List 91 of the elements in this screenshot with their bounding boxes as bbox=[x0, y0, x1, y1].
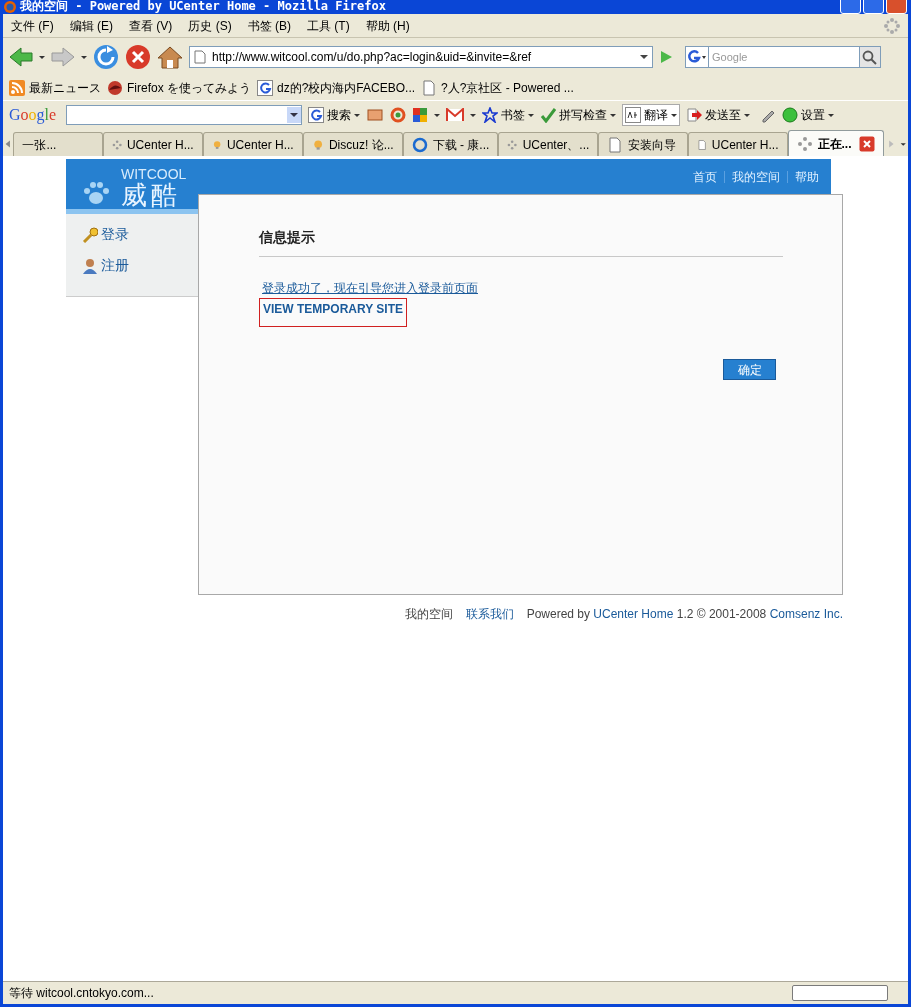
dropdown-caret-icon bbox=[354, 113, 361, 117]
google-g-icon bbox=[308, 107, 325, 123]
maximize-button[interactable] bbox=[863, 0, 884, 14]
google-g-icon bbox=[257, 80, 273, 96]
close-icon[interactable] bbox=[858, 135, 875, 152]
browser-tab[interactable]: Discuz! 论... bbox=[302, 132, 403, 156]
address-bar[interactable]: http://www.witcool.com/u/do.php?ac=login&uid=&invite=&ref bbox=[189, 46, 653, 68]
footer-text: 我的空间 bbox=[404, 606, 453, 623]
browser-tab[interactable]: 安装向导 bbox=[598, 132, 688, 156]
dropdown-caret-icon bbox=[828, 113, 835, 117]
firefox-icon bbox=[4, 1, 16, 13]
rss-icon bbox=[9, 80, 25, 96]
footer-link[interactable]: Comsenz Inc. bbox=[769, 607, 843, 621]
message-title: 信息提示 bbox=[259, 227, 783, 257]
menu-item[interactable]: 工具 (T) bbox=[307, 16, 350, 35]
toolbar-button[interactable]: 书签 bbox=[482, 106, 535, 124]
dropdown-caret-icon bbox=[528, 113, 535, 117]
dropdown-caret-icon[interactable] bbox=[470, 113, 477, 117]
dropdown-caret-icon[interactable] bbox=[640, 55, 648, 59]
bookmark-link[interactable]: 最新ニュース bbox=[9, 79, 101, 97]
dropdown-caret-icon[interactable] bbox=[434, 113, 441, 117]
google-g-icon[interactable] bbox=[685, 46, 709, 68]
home-icon[interactable] bbox=[157, 45, 183, 69]
browser-tab[interactable]: UCenter H... bbox=[687, 132, 788, 156]
throbber-icon bbox=[884, 17, 900, 34]
brand-logo: 威酷 bbox=[121, 181, 182, 209]
nav-link[interactable]: 帮助 bbox=[795, 168, 819, 186]
confirm-button[interactable]: 确定 bbox=[723, 359, 776, 380]
menu-item[interactable]: 编辑 (E) bbox=[69, 16, 113, 35]
mail-icon[interactable] bbox=[446, 108, 465, 122]
dropdown-caret-icon bbox=[610, 113, 617, 117]
checkmark-icon bbox=[540, 107, 557, 123]
reload-icon[interactable] bbox=[93, 44, 119, 70]
nav-link[interactable]: 我的空间 bbox=[732, 168, 780, 186]
temporary-site-link[interactable]: VIEW TEMPORARY SITE bbox=[259, 298, 407, 327]
star-icon bbox=[482, 107, 499, 123]
user-icon bbox=[82, 257, 98, 274]
reload-icon bbox=[411, 136, 428, 153]
menu-item[interactable]: 文件 (F) bbox=[11, 16, 54, 35]
search-field[interactable]: Google bbox=[709, 46, 859, 68]
status-dot-icon bbox=[782, 107, 799, 123]
bookmark-link[interactable]: Firefox を使ってみよう bbox=[107, 79, 251, 97]
menu-item[interactable]: 帮助 (H) bbox=[365, 16, 410, 35]
translate-icon bbox=[625, 107, 642, 123]
toolbar-search-field[interactable] bbox=[66, 105, 303, 125]
footer-link[interactable]: 联系我们 bbox=[465, 605, 514, 623]
dropdown-caret-icon[interactable] bbox=[39, 55, 45, 59]
status-text: 等待 witcool.cntokyo.com... bbox=[9, 985, 154, 1002]
dropdown-caret-icon bbox=[744, 113, 751, 117]
toolbar-button[interactable]: 翻译 bbox=[622, 104, 681, 126]
footer-link[interactable]: UCenter Home bbox=[593, 607, 674, 621]
toolbar-button[interactable]: 发送至 bbox=[686, 106, 751, 124]
browser-tab[interactable]: UCenter H... bbox=[102, 132, 203, 156]
browser-tab[interactable]: 一张... bbox=[13, 132, 103, 156]
copyright-text: Powered by UCenter Home 1.2 © 2001-2008 Comsenz Inc. bbox=[526, 606, 843, 623]
dropdown-caret-icon[interactable] bbox=[287, 107, 302, 123]
key-icon bbox=[82, 226, 98, 243]
gear-icon bbox=[796, 135, 813, 152]
page-icon bbox=[421, 80, 438, 96]
page-icon bbox=[607, 136, 624, 153]
message-text: 登录成功了，现在引导您进入登录前页面 bbox=[262, 280, 479, 297]
back-arrow-icon[interactable] bbox=[9, 46, 33, 68]
page-icon bbox=[194, 50, 206, 64]
browser-tab[interactable]: 下载 - 康... bbox=[402, 132, 499, 156]
menu-item[interactable]: 查看 (V) bbox=[129, 16, 173, 35]
toolbar-button[interactable]: 设置 bbox=[782, 106, 835, 124]
menu-item[interactable]: 历史 (S) bbox=[188, 16, 232, 35]
browser-tab[interactable]: UCenter H... bbox=[202, 132, 303, 156]
bookmark-link[interactable]: ?人?京社区 - Powered ... bbox=[421, 79, 574, 97]
close-button[interactable] bbox=[886, 0, 907, 14]
stop-icon[interactable] bbox=[125, 44, 151, 70]
url-text[interactable]: http://www.witcool.com/u/do.php?ac=login&uid=&invite=&ref bbox=[212, 48, 532, 66]
toolbar-button[interactable]: 拼写检查 bbox=[540, 106, 617, 124]
nav-link[interactable]: 首页 bbox=[693, 168, 717, 186]
toolbar-button[interactable]: 搜索 bbox=[308, 106, 361, 124]
browser-tab[interactable]: 正在... bbox=[787, 130, 884, 156]
puzzle-icon[interactable] bbox=[412, 107, 429, 123]
search-icon[interactable] bbox=[859, 46, 881, 68]
sidebar-link[interactable]: 注册 bbox=[82, 255, 198, 276]
paw-icon bbox=[83, 181, 109, 205]
google-logo[interactable]: Google bbox=[9, 103, 57, 127]
fox-icon bbox=[107, 80, 123, 96]
send-arrow-icon bbox=[686, 107, 703, 123]
dropdown-caret-icon[interactable] bbox=[81, 55, 87, 59]
brand-name: WITCOOL bbox=[121, 167, 187, 181]
sidebar-link[interactable]: 登录 bbox=[82, 224, 198, 245]
minimize-button[interactable] bbox=[840, 0, 861, 14]
menu-item[interactable]: 书签 (B) bbox=[247, 16, 292, 35]
browser-tab[interactable]: UCenter、... bbox=[498, 132, 599, 156]
bookmark-link[interactable]: dz的?校内海内FACEBO... bbox=[257, 79, 416, 97]
dropdown-caret-icon bbox=[671, 113, 678, 117]
